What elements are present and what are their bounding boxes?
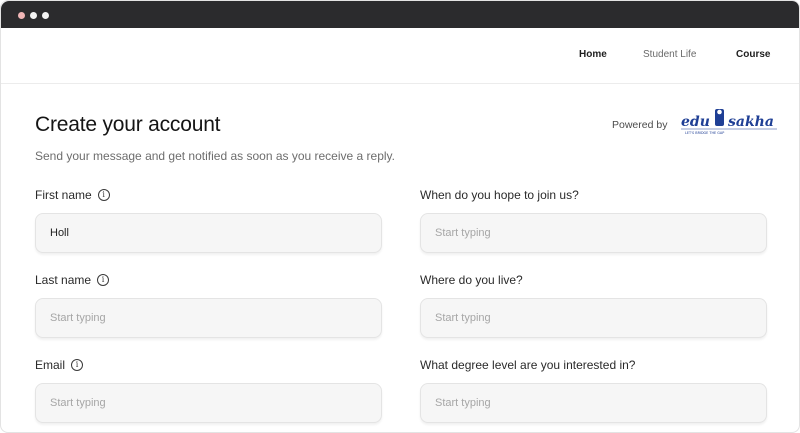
logo-figure-head xyxy=(717,109,722,115)
email-label: Email i xyxy=(35,358,84,372)
browser-window: Home Student Life Course Create your acc… xyxy=(0,0,800,433)
edu-sakha-logo: edu sakha LET'S BRIDGE THE GAP xyxy=(681,109,777,135)
logo-tagline: LET'S BRIDGE THE GAP xyxy=(685,131,724,135)
first-name-label: First name i xyxy=(35,188,110,202)
minimize-window-dot[interactable] xyxy=(30,12,37,19)
location-input[interactable] xyxy=(420,298,767,338)
join-date-label: When do you hope to join us? xyxy=(420,188,579,202)
last-name-input[interactable] xyxy=(35,298,382,338)
degree-level-input[interactable] xyxy=(420,383,767,423)
logo-text-sakha: sakha xyxy=(728,114,774,130)
nav-course-link[interactable]: Course xyxy=(736,49,770,60)
title-bar xyxy=(1,1,799,28)
location-label: Where do you live? xyxy=(420,273,523,287)
close-window-dot[interactable] xyxy=(18,12,25,19)
info-icon[interactable]: i xyxy=(71,359,84,371)
degree-level-label: What degree level are you interested in? xyxy=(420,358,636,372)
email-input[interactable] xyxy=(35,383,382,423)
maximize-window-dot[interactable] xyxy=(42,12,49,19)
info-icon[interactable]: i xyxy=(97,274,110,286)
last-name-label: Last name i xyxy=(35,273,110,287)
page-title: Create your account xyxy=(35,113,221,136)
nav-home-link[interactable]: Home xyxy=(579,49,607,60)
nav-student-life-link[interactable]: Student Life xyxy=(643,49,696,60)
last-name-label-text: Last name xyxy=(35,273,92,287)
page-subtitle: Send your message and get notified as so… xyxy=(35,149,395,163)
logo-text-edu: edu xyxy=(681,114,710,130)
email-label-text: Email xyxy=(35,358,66,372)
first-name-label-text: First name xyxy=(35,188,92,202)
first-name-input[interactable] xyxy=(35,213,382,253)
powered-by-text: Powered by xyxy=(612,119,668,131)
top-navbar: Home Student Life Course xyxy=(1,28,799,84)
info-icon[interactable]: i xyxy=(97,189,110,201)
join-date-input[interactable] xyxy=(420,213,767,253)
